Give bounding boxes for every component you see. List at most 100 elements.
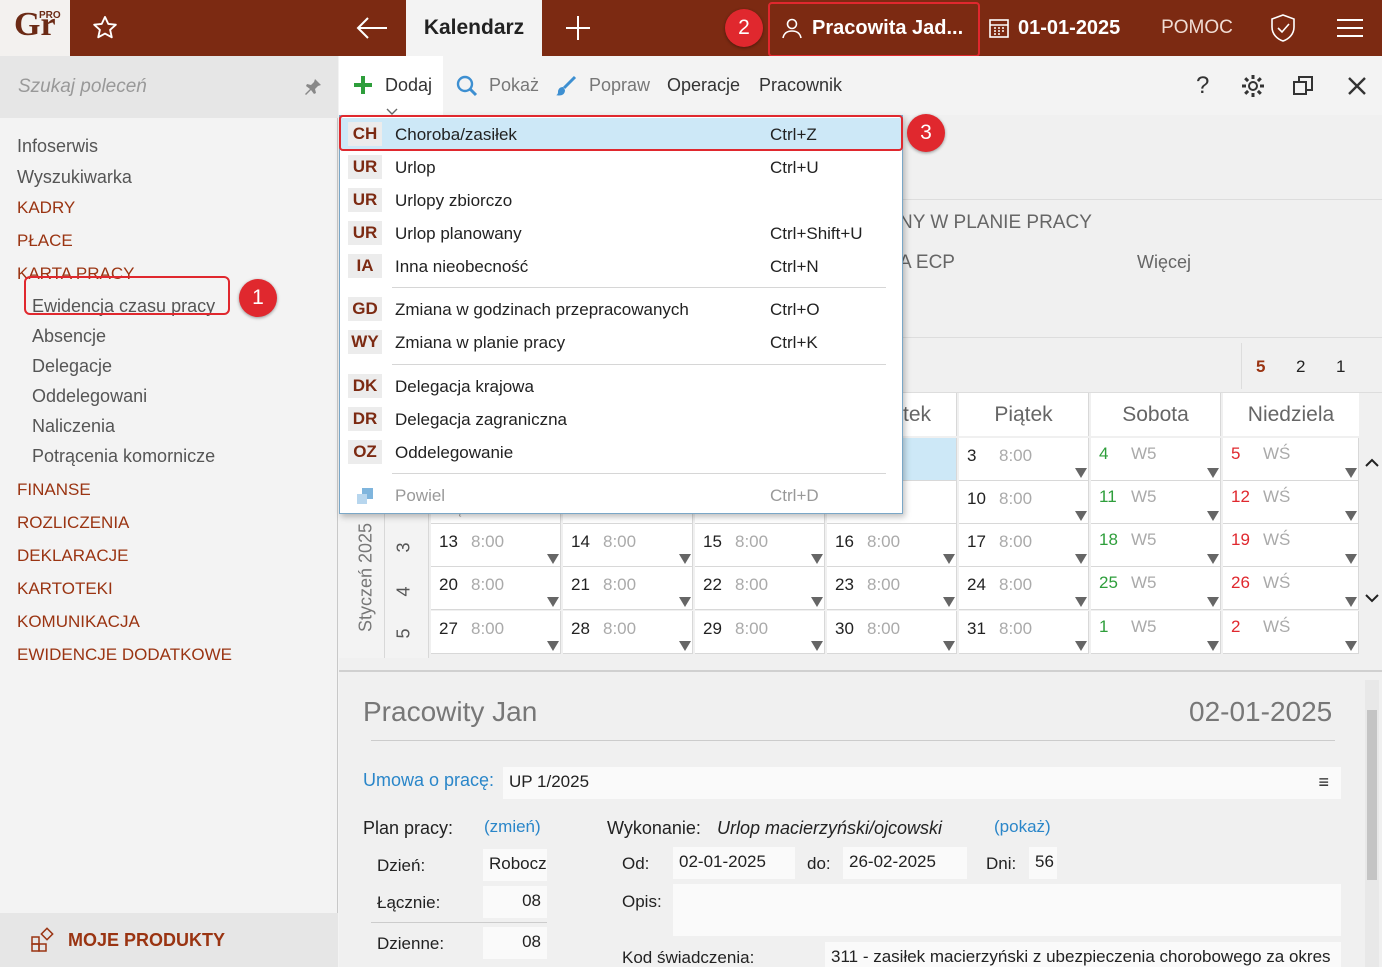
- to-field[interactable]: 26-02-2025: [843, 847, 967, 879]
- sidebar-item-wyszukiwarka[interactable]: Wyszukiwarka: [17, 167, 132, 188]
- calendar-cell[interactable]: 30 8:00: [827, 611, 957, 654]
- close-icon[interactable]: [1347, 76, 1367, 101]
- daily-field[interactable]: 08: [483, 927, 547, 959]
- cell-dropdown-triangle-icon[interactable]: [1207, 468, 1219, 478]
- calendar-cell[interactable]: 10 8:00: [959, 481, 1089, 524]
- calendar-cell[interactable]: 27 8:00: [431, 611, 561, 654]
- calendar-cell[interactable]: 29 8:00: [695, 611, 825, 654]
- more-tab[interactable]: Więcej: [1137, 252, 1191, 273]
- contract-link[interactable]: Umowa o pracę:: [363, 770, 494, 791]
- ecp-tab[interactable]: A ECP: [899, 252, 955, 274]
- sidebar-item-delegacje[interactable]: Delegacje: [32, 356, 112, 377]
- cell-dropdown-triangle-icon[interactable]: [1345, 468, 1357, 478]
- my-products-button[interactable]: MOJE PRODUKTY: [0, 913, 338, 967]
- cell-dropdown-triangle-icon[interactable]: [1207, 511, 1219, 521]
- sidebar-item-ewidencje-dodatkowe[interactable]: EWIDENCJE DODATKOWE: [17, 645, 232, 665]
- cell-dropdown-triangle-icon[interactable]: [1345, 511, 1357, 521]
- command-search[interactable]: Szukaj poleceń: [0, 56, 338, 118]
- tab-kalendarz[interactable]: Kalendarz: [406, 0, 542, 56]
- cell-dropdown-triangle-icon[interactable]: [1075, 554, 1087, 564]
- sidebar-item-oddelegowani[interactable]: Oddelegowani: [32, 386, 147, 407]
- gear-icon[interactable]: [1241, 74, 1265, 103]
- cell-dropdown-triangle-icon[interactable]: [679, 597, 691, 607]
- total-field[interactable]: 08: [483, 886, 547, 918]
- plan-change-link[interactable]: (zmień): [484, 817, 541, 837]
- cell-dropdown-triangle-icon[interactable]: [1075, 597, 1087, 607]
- cell-dropdown-triangle-icon[interactable]: [1075, 641, 1087, 651]
- calendar-cell[interactable]: 2 WŚ: [1223, 611, 1359, 654]
- calendar-cell[interactable]: 25 W5: [1091, 567, 1221, 610]
- calendar-cell[interactable]: 19 WŚ: [1223, 524, 1359, 567]
- menu-item-ur-urlop[interactable]: UR Urlop Ctrl+U: [341, 151, 901, 184]
- cell-dropdown-triangle-icon[interactable]: [1075, 511, 1087, 521]
- cell-dropdown-triangle-icon[interactable]: [679, 641, 691, 651]
- cell-dropdown-triangle-icon[interactable]: [1207, 641, 1219, 651]
- calendar-cell[interactable]: 17 8:00: [959, 524, 1089, 567]
- calendar-cell[interactable]: 15 8:00: [695, 524, 825, 567]
- menu-item-dk-delegacja-krajowa[interactable]: DK Delegacja krajowa: [341, 370, 901, 403]
- calendar-cell[interactable]: 11 W5: [1091, 481, 1221, 524]
- scroll-down-chevron-icon[interactable]: [1365, 590, 1379, 608]
- calendar-cell[interactable]: 24 8:00: [959, 567, 1089, 610]
- date-selector[interactable]: 01-01-2025: [988, 0, 1138, 56]
- help-question-icon[interactable]: ?: [1196, 72, 1209, 100]
- new-tab-plus-icon[interactable]: [546, 0, 610, 56]
- calendar-cell[interactable]: 4 W5: [1091, 438, 1221, 481]
- calendar-cell[interactable]: 1 W5: [1091, 611, 1221, 654]
- help-link[interactable]: POMOC: [1150, 0, 1244, 56]
- cell-dropdown-triangle-icon[interactable]: [1075, 468, 1087, 478]
- calendar-cell[interactable]: 16 8:00: [827, 524, 957, 567]
- calendar-cell[interactable]: 13 8:00: [431, 524, 561, 567]
- cell-dropdown-triangle-icon[interactable]: [1207, 554, 1219, 564]
- calendar-cell[interactable]: 18 W5: [1091, 524, 1221, 567]
- sidebar-item-absencje[interactable]: Absencje: [32, 326, 106, 347]
- app-logo[interactable]: Gr PRO: [0, 0, 70, 56]
- pager-1[interactable]: 1: [1336, 357, 1345, 377]
- hamburger-menu-icon[interactable]: [1322, 0, 1378, 56]
- cell-dropdown-triangle-icon[interactable]: [943, 597, 955, 607]
- sidebar-item-deklaracje[interactable]: DEKLARACJE: [17, 546, 128, 566]
- shield-icon[interactable]: [1256, 0, 1310, 56]
- description-field[interactable]: [673, 884, 1341, 936]
- cell-dropdown-triangle-icon[interactable]: [547, 641, 559, 651]
- pager-5[interactable]: 5: [1256, 357, 1265, 377]
- cell-dropdown-triangle-icon[interactable]: [1345, 641, 1357, 651]
- cell-dropdown-triangle-icon[interactable]: [679, 554, 691, 564]
- menu-item-powiel[interactable]: Powiel Ctrl+D: [341, 479, 901, 512]
- from-field[interactable]: 02-01-2025: [673, 847, 795, 879]
- menu-item-wy-zmiana-w-planie-pracy[interactable]: WY Zmiana w planie pracy Ctrl+K: [341, 326, 901, 359]
- cell-dropdown-triangle-icon[interactable]: [811, 597, 823, 607]
- operations-button[interactable]: Operacje: [667, 75, 740, 96]
- fix-button[interactable]: Popraw: [589, 75, 650, 96]
- details-scrollbar[interactable]: [1365, 680, 1379, 967]
- pin-icon[interactable]: [304, 78, 322, 101]
- cell-dropdown-triangle-icon[interactable]: [811, 641, 823, 651]
- cell-dropdown-triangle-icon[interactable]: [811, 554, 823, 564]
- list-menu-icon[interactable]: ≡: [1318, 772, 1329, 793]
- menu-item-gd-zmiana-w-godzinach-przepracowanych[interactable]: GD Zmiana w godzinach przepracowanych Ctrl…: [341, 293, 901, 326]
- calendar-cell[interactable]: 14 8:00: [563, 524, 693, 567]
- add-button[interactable]: Dodaj: [339, 56, 443, 115]
- cell-dropdown-triangle-icon[interactable]: [1345, 554, 1357, 564]
- menu-item-ia-inna-nieobecność[interactable]: IA Inna nieobecność Ctrl+N: [341, 250, 901, 283]
- back-arrow-icon[interactable]: [340, 0, 404, 56]
- sidebar-item-naliczenia[interactable]: Naliczenia: [32, 416, 115, 437]
- sidebar-item-finanse[interactable]: FINANSE: [17, 480, 91, 500]
- calendar-cell[interactable]: 12 WŚ: [1223, 481, 1359, 524]
- calendar-cell[interactable]: 26 WŚ: [1223, 567, 1359, 610]
- sidebar-item-kadry[interactable]: KADRY: [17, 198, 75, 218]
- benefit-code-field[interactable]: 311 - zasiłek macierzyński z ubezpieczen…: [825, 942, 1341, 967]
- menu-item-ur-urlopy-zbiorczo[interactable]: UR Urlopy zbiorczo: [341, 184, 901, 217]
- sidebar-item-rozliczenia[interactable]: ROZLICZENIA: [17, 513, 129, 533]
- calendar-cell[interactable]: 20 8:00: [431, 567, 561, 610]
- cell-dropdown-triangle-icon[interactable]: [547, 554, 559, 564]
- calendar-cell[interactable]: 21 8:00: [563, 567, 693, 610]
- scroll-up-chevron-icon[interactable]: [1365, 455, 1379, 473]
- menu-item-dr-delegacja-zagraniczna[interactable]: DR Delegacja zagraniczna: [341, 403, 901, 436]
- cell-dropdown-triangle-icon[interactable]: [943, 554, 955, 564]
- window-restore-icon[interactable]: [1292, 75, 1314, 102]
- employee-button[interactable]: Pracownik: [759, 75, 842, 96]
- days-count-field[interactable]: 56: [1029, 847, 1057, 879]
- day-type-field[interactable]: Robocz: [483, 849, 547, 881]
- execution-show-link[interactable]: (pokaż): [994, 817, 1051, 837]
